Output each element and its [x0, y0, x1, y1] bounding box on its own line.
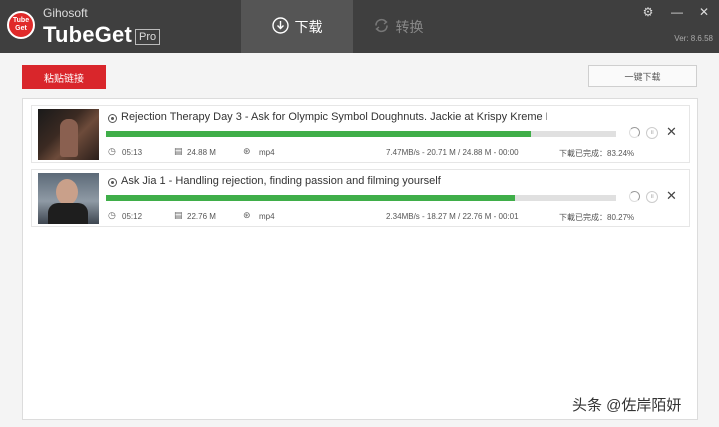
tab-convert[interactable]: 转换: [353, 0, 443, 53]
progress-fill: [106, 131, 531, 137]
status-text: 下載已完成：80.27%: [559, 213, 635, 222]
file-size: 24.88 M: [187, 148, 216, 157]
download-item[interactable]: Ask Jia 1 - Handling rejection, finding …: [31, 169, 690, 227]
film-reel-icon: [108, 114, 117, 123]
format-reel-icon: ⊛: [243, 146, 251, 156]
video-thumbnail: [38, 109, 99, 160]
progress-fill: [106, 195, 516, 201]
file-size-icon: ▤: [174, 146, 183, 156]
duration: 05:12: [122, 212, 143, 221]
progress-bar: [106, 131, 616, 137]
remove-item-icon[interactable]: ✕: [666, 124, 677, 140]
close-window-icon[interactable]: ✕: [697, 5, 711, 19]
logo-text: Tube Get: [12, 17, 30, 32]
tab-download-label: 下载: [294, 18, 323, 35]
file-size-icon: ▤: [174, 210, 183, 220]
loading-spinner-icon: [629, 191, 640, 202]
app-name: TubeGet: [43, 22, 132, 47]
watermark: 头条 @佐岸陌妍: [572, 397, 682, 414]
duration: 05:13: [122, 148, 143, 157]
transfer-info: 7.47MB/s - 20.71 M / 24.88 M - 00:00: [386, 148, 519, 157]
file-size: 22.76 M: [187, 212, 216, 221]
pause-icon[interactable]: ॥: [646, 191, 658, 203]
tab-download[interactable]: 下载: [241, 0, 353, 53]
file-format: mp4: [259, 148, 275, 157]
app-header: Tube Get Gihosoft TubeGet Pro 下载 转换 ⚙ — …: [0, 0, 719, 53]
file-format: mp4: [259, 212, 275, 221]
download-list: Rejection Therapy Day 3 - Ask for Olympi…: [22, 98, 698, 420]
tab-convert-label: 转换: [395, 18, 424, 35]
paste-link-button[interactable]: 粘贴链接: [22, 65, 106, 89]
download-circle-icon: [271, 16, 289, 37]
pause-icon[interactable]: ॥: [646, 127, 658, 139]
settings-gear-icon[interactable]: ⚙: [641, 5, 655, 19]
video-title: Rejection Therapy Day 3 - Ask for Olympi…: [121, 111, 547, 123]
app-logo-icon: Tube Get: [7, 11, 35, 39]
version-label: Ver: 8.6.58: [674, 34, 713, 43]
edition-badge: Pro: [135, 29, 161, 45]
remove-item-icon[interactable]: ✕: [666, 188, 677, 204]
download-item[interactable]: Rejection Therapy Day 3 - Ask for Olympi…: [31, 105, 690, 163]
progress-bar: [106, 195, 616, 201]
vendor-name: Gihosoft: [43, 6, 88, 20]
status-text: 下載已完成：83.24%: [559, 149, 635, 158]
loading-spinner-icon: [629, 127, 640, 138]
transfer-info: 2.34MB/s - 18.27 M / 22.76 M - 00:01: [386, 212, 519, 221]
film-reel-icon: [108, 178, 117, 187]
video-title: Ask Jia 1 - Handling rejection, finding …: [121, 175, 441, 187]
one-click-download-button[interactable]: 一键下载: [588, 65, 697, 87]
video-thumbnail: [38, 173, 99, 224]
minimize-icon[interactable]: —: [670, 5, 684, 19]
format-reel-icon: ⊛: [243, 210, 251, 220]
clock-icon: ◷: [108, 146, 116, 156]
convert-icon: [373, 17, 390, 37]
clock-icon: ◷: [108, 210, 116, 220]
